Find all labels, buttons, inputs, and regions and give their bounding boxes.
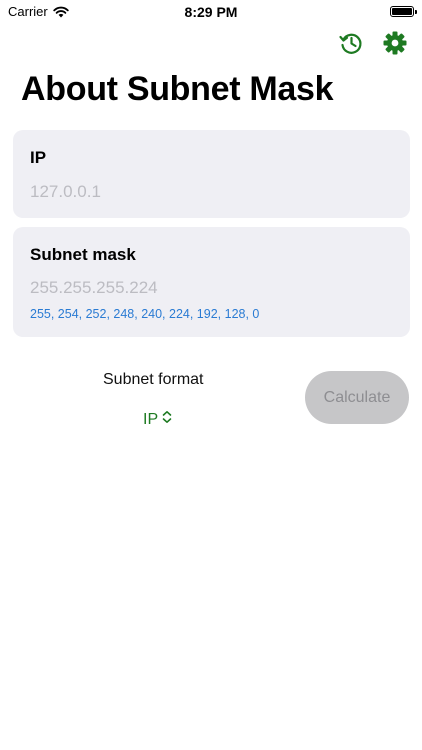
battery-icon — [390, 6, 417, 17]
subnet-mask-card: Subnet mask 255, 254, 252, 248, 240, 224… — [13, 227, 410, 337]
subnet-format-value: IP — [143, 410, 159, 428]
gear-icon[interactable] — [382, 30, 408, 56]
clock: 8:29 PM — [184, 4, 238, 20]
calculate-button[interactable]: Calculate — [305, 371, 409, 424]
subnet-format-picker[interactable]: IP — [143, 410, 172, 429]
subnet-mask-hint: 255, 254, 252, 248, 240, 224, 192, 128, … — [30, 307, 260, 321]
page-title: About Subnet Mask — [21, 70, 334, 108]
ip-label: IP — [30, 148, 47, 167]
subnet-mask-label: Subnet mask — [30, 245, 136, 264]
subnet-mask-input[interactable] — [30, 278, 390, 298]
top-actions — [338, 30, 408, 56]
screen: Carrier 8:29 PM About Subnet Mask IP 127… — [0, 0, 422, 750]
status-bar: Carrier 8:29 PM — [0, 0, 422, 24]
history-icon[interactable] — [338, 30, 364, 56]
subnet-format-label: Subnet format — [103, 371, 204, 388]
ip-input[interactable] — [30, 182, 390, 202]
battery-fill — [392, 8, 412, 15]
ip-card: IP — [13, 130, 410, 218]
chevron-up-down-icon — [162, 410, 172, 429]
